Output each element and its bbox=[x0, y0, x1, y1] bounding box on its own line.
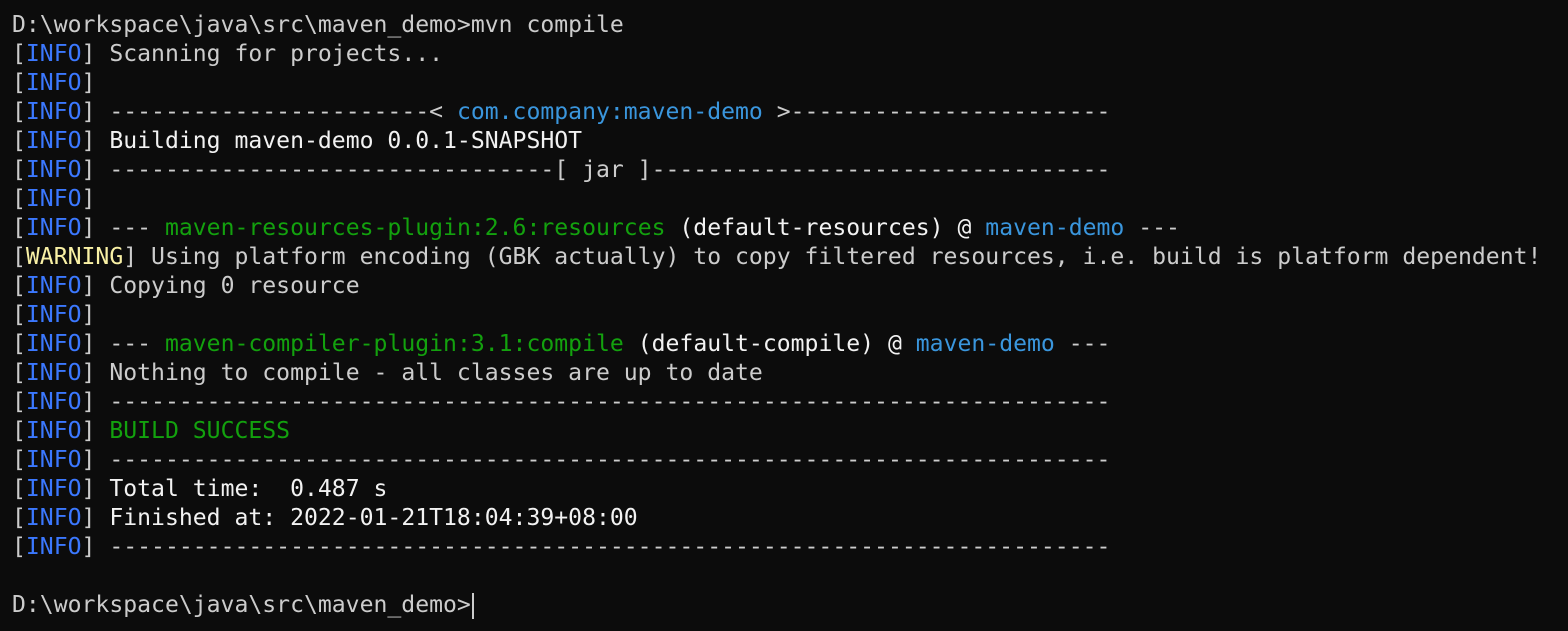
info-tag: INFO bbox=[25, 534, 82, 560]
log-line: [INFO] Finished at: 2022-01-21T18:04:39+… bbox=[12, 505, 638, 531]
building-text: Building maven-demo 0.0.1-SNAPSHOT bbox=[109, 128, 583, 154]
prompt: D:\workspace\java\src\maven_demo> bbox=[12, 12, 471, 38]
info-tag: INFO bbox=[25, 128, 82, 154]
project-name: maven-demo bbox=[915, 331, 1055, 357]
artifact-id: com.company:maven-demo bbox=[456, 99, 763, 125]
info-tag: INFO bbox=[25, 157, 82, 183]
project-name: maven-demo bbox=[985, 215, 1125, 241]
info-tag: INFO bbox=[25, 99, 82, 125]
log-line: [INFO] --------------------------------[… bbox=[12, 157, 1111, 183]
text-cursor bbox=[471, 592, 474, 619]
info-tag: INFO bbox=[25, 273, 82, 299]
command-line: D:\workspace\java\src\maven_demo>mvn com… bbox=[12, 11, 1568, 40]
info-tag: INFO bbox=[25, 505, 82, 531]
build-success: BUILD SUCCESS bbox=[109, 418, 291, 444]
info-tag: INFO bbox=[25, 41, 82, 67]
terminal-window[interactable]: D:\workspace\java\src\maven_demo>mvn com… bbox=[0, 0, 1568, 631]
info-tag: INFO bbox=[25, 418, 82, 444]
log-line: [INFO] BUILD SUCCESS bbox=[12, 418, 291, 444]
log-line: [INFO] ---------------------------------… bbox=[12, 389, 1111, 415]
log-line: [INFO] Nothing to compile - all classes … bbox=[12, 360, 763, 386]
info-tag: INFO bbox=[25, 302, 82, 328]
log-line: [INFO] Scanning for projects... bbox=[12, 41, 444, 67]
command: mvn compile bbox=[470, 12, 624, 38]
prompt: D:\workspace\java\src\maven_demo> bbox=[12, 592, 471, 618]
prompt-line[interactable]: D:\workspace\java\src\maven_demo> bbox=[12, 591, 1568, 620]
info-tag: INFO bbox=[25, 215, 82, 241]
log-text: Scanning for projects... bbox=[109, 41, 444, 67]
finished-at: Finished at: 2022-01-21T18:04:39+08:00 bbox=[109, 505, 638, 531]
plugin-name: maven-compiler-plugin:3.1:compile bbox=[164, 331, 624, 357]
log-line: [INFO] Copying 0 resource bbox=[12, 273, 360, 299]
info-tag: INFO bbox=[25, 360, 82, 386]
log-line: [INFO] Total time: 0.487 s bbox=[12, 476, 388, 502]
info-tag: INFO bbox=[25, 70, 82, 96]
log-line: [INFO] bbox=[12, 302, 96, 328]
log-line: [INFO] Building maven-demo 0.0.1-SNAPSHO… bbox=[12, 128, 583, 154]
info-tag: INFO bbox=[25, 186, 82, 212]
info-tag: INFO bbox=[25, 389, 82, 415]
warning-tag: WARNING bbox=[25, 244, 124, 270]
log-line: [INFO] ---------------------------------… bbox=[12, 534, 1111, 560]
info-tag: INFO bbox=[25, 447, 82, 473]
info-tag: INFO bbox=[25, 331, 82, 357]
log-line: [INFO] --- maven-compiler-plugin:3.1:com… bbox=[12, 331, 1111, 357]
log-line: [INFO] ---------------------------------… bbox=[12, 447, 1111, 473]
log-line: [INFO] --- maven-resources-plugin:2.6:re… bbox=[12, 215, 1180, 241]
log-line: [INFO] -----------------------< com.comp… bbox=[12, 99, 1111, 125]
log-line: [INFO] bbox=[12, 70, 96, 96]
info-tag: INFO bbox=[25, 476, 82, 502]
total-time: Total time: 0.487 s bbox=[109, 476, 388, 502]
log-line: [INFO] bbox=[12, 186, 96, 212]
plugin-name: maven-resources-plugin:2.6:resources bbox=[164, 215, 666, 241]
warning-line: [WARNING] Using platform encoding (GBK a… bbox=[12, 244, 1542, 270]
warning-text: Using platform encoding (GBK actually) t… bbox=[137, 244, 1542, 270]
